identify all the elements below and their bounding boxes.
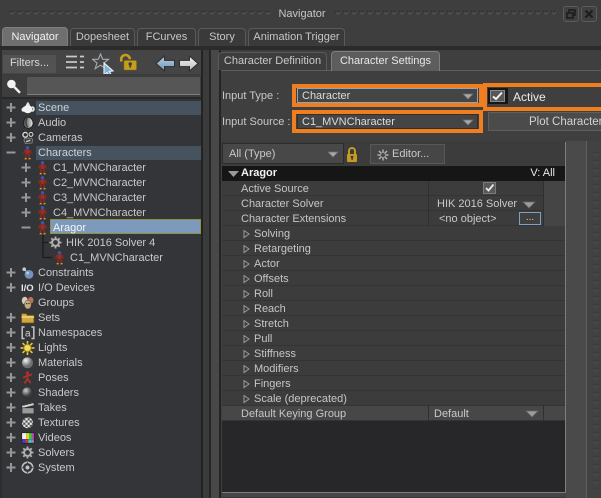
svg-text:I/O: I/O [21, 283, 34, 294]
svg-text:a: a [25, 329, 31, 340]
